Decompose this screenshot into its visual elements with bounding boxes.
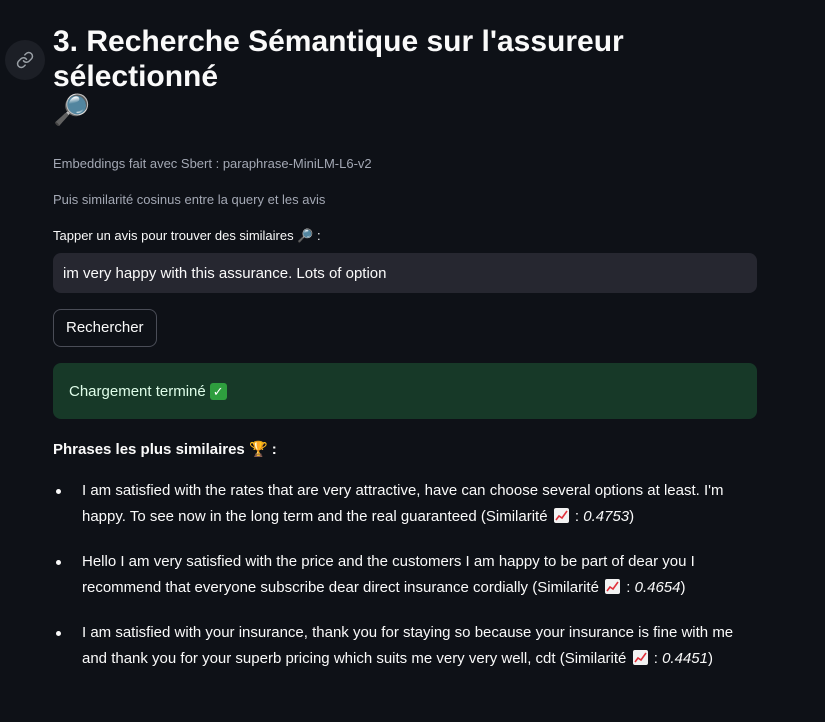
similarity-score: 0.4753 bbox=[583, 508, 630, 525]
result-item: I am satisfied with the rates that are v… bbox=[53, 478, 757, 530]
result-text: Hello I am very satisfied with the price… bbox=[82, 553, 695, 596]
chart-increasing-icon bbox=[605, 579, 621, 594]
chart-increasing-icon bbox=[632, 650, 648, 665]
result-item: Hello I am very satisfied with the price… bbox=[53, 549, 757, 601]
similarity-score: 0.4451 bbox=[662, 650, 708, 667]
results-list: I am satisfied with the rates that are v… bbox=[53, 478, 757, 672]
link-icon bbox=[16, 51, 34, 69]
caption-similarity: Puis similarité cosinus entre la query e… bbox=[53, 192, 326, 207]
similarity-label: (Similarité bbox=[559, 650, 627, 667]
page-title-text: 3. Recherche Sémantique sur l'assureur s… bbox=[53, 25, 624, 93]
similarity-label: (Similarité bbox=[480, 508, 548, 525]
similarity-label: (Similarité bbox=[532, 579, 599, 596]
header-anchor-link[interactable] bbox=[5, 40, 45, 80]
page: 3. Recherche Sémantique sur l'assureur s… bbox=[0, 0, 825, 722]
magnifier-icon: 🔎 bbox=[53, 94, 91, 127]
search-input[interactable] bbox=[53, 253, 757, 293]
main-content: 3. Recherche Sémantique sur l'assureur s… bbox=[53, 0, 757, 691]
caption-embeddings: Embeddings fait avec Sbert : paraphrase-… bbox=[53, 156, 372, 171]
status-success-alert: Chargement terminé ✓ bbox=[53, 363, 757, 419]
status-message: Chargement terminé bbox=[69, 382, 206, 400]
search-button[interactable]: Rechercher bbox=[53, 309, 157, 347]
check-mark-icon: ✓ bbox=[209, 382, 227, 400]
search-input-label: Tapper un avis pour trouver des similair… bbox=[53, 228, 321, 243]
similarity-score: 0.4654 bbox=[634, 579, 681, 596]
chart-increasing-icon bbox=[553, 508, 569, 523]
page-title: 3. Recherche Sémantique sur l'assureur s… bbox=[53, 24, 757, 128]
result-item: I am satisfied with your insurance, than… bbox=[53, 620, 757, 672]
results-title: Phrases les plus similaires 🏆 : bbox=[53, 441, 277, 458]
